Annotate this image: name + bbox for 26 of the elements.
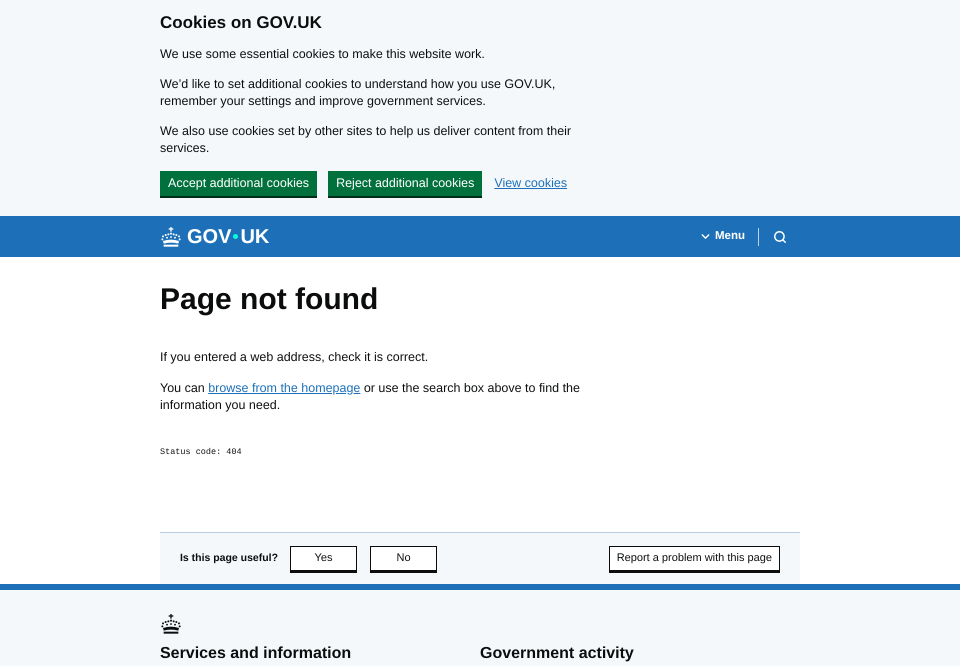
logo-text: GOV	[187, 226, 232, 246]
report-problem-button[interactable]: Report a problem with this page	[608, 546, 780, 571]
cookie-paragraph: We’d like to set additional cookies to understand how you use GOV.UK, remember your settings and improve government services.	[160, 76, 556, 110]
cookie-button[interactable]: Reject additional cookies	[328, 171, 482, 196]
logo-text: UK	[240, 226, 270, 246]
govuk-logo[interactable]: GOV UK	[160, 226, 270, 246]
status-code: Status code: 404	[160, 447, 242, 457]
cookie-banner-title: Cookies on GOV.UK	[160, 13, 322, 33]
search-button[interactable]	[772, 228, 788, 244]
footer-heading: Government activity	[480, 645, 634, 662]
homepage-link[interactable]: browse from the homepage	[208, 381, 360, 395]
search-icon	[773, 230, 787, 244]
cookie-button[interactable]: Accept additional cookies	[160, 171, 318, 196]
crown-icon	[160, 226, 182, 246]
cookie-paragraph: We use some essential cookies to make this website work.	[160, 46, 486, 63]
feedback-answer-button[interactable]: No	[370, 546, 438, 571]
body-paragraph: If you entered a web address, check it is correct.	[160, 349, 430, 366]
feedback-question: Is this page useful?	[180, 550, 278, 566]
body-paragraph: You can browse from the homepage or use the search box above to find the information you need.	[160, 380, 581, 414]
page-title: Page not found	[160, 282, 378, 318]
crown-icon	[160, 614, 182, 634]
view-cookies-link[interactable]: View cookies	[494, 174, 568, 193]
feedback-answer-button[interactable]: Yes	[290, 546, 358, 571]
footer-heading: Services and information	[160, 645, 352, 662]
cookie-paragraph: We also use cookies set by other sites to help us deliver content from their services.	[160, 123, 572, 157]
menu-button[interactable]: Menu	[698, 228, 745, 246]
